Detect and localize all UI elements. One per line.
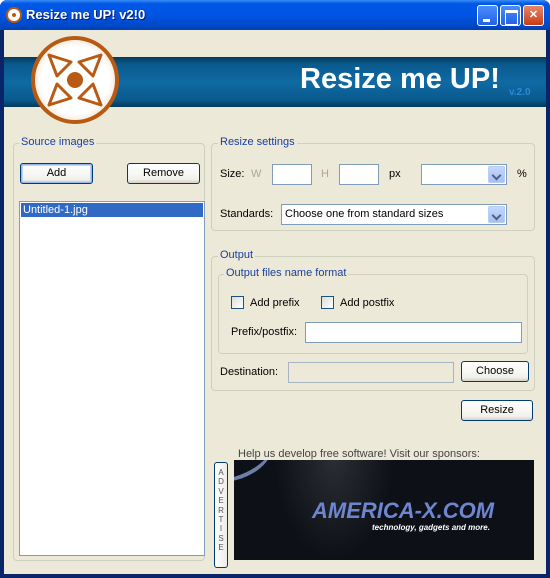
choose-button[interactable]: Choose — [461, 361, 529, 382]
client-area: Resize me UP! v.2.0 Source images Add Re… — [4, 30, 546, 574]
minimize-button[interactable] — [477, 5, 498, 26]
output-format-label: Output files name format — [224, 267, 349, 279]
advertise-label: ADVERTISE — [218, 468, 224, 553]
banner-title: Resize me UP! — [300, 63, 500, 95]
logo-icon — [31, 36, 119, 124]
width-input[interactable] — [272, 164, 312, 185]
add-prefix-checkbox[interactable] — [231, 296, 244, 309]
size-label: Size: — [220, 168, 245, 180]
title-bar[interactable]: Resize me UP! v2!0 ✕ — [0, 0, 550, 30]
resize-button[interactable]: Resize — [461, 400, 533, 421]
prefix-postfix-input[interactable] — [305, 322, 522, 343]
height-input[interactable] — [339, 164, 379, 185]
chevron-down-icon[interactable] — [488, 206, 505, 223]
ad-subtitle: technology, gadgets and more. — [372, 523, 490, 532]
maximize-button[interactable] — [500, 5, 521, 26]
ad-title: AMERICA-X.COM — [312, 498, 495, 523]
percent-label: % — [517, 168, 527, 180]
chevron-down-icon[interactable] — [488, 166, 505, 183]
ad-swoosh — [234, 460, 280, 491]
remove-button[interactable]: Remove — [127, 163, 200, 184]
width-label: W — [251, 168, 262, 180]
standards-value: Choose one from standard sizes — [285, 208, 444, 220]
app-icon — [6, 7, 22, 23]
list-item[interactable]: Untitled-1.jpg — [21, 203, 203, 217]
add-postfix-label[interactable]: Add postfix — [340, 297, 394, 309]
source-file-list[interactable]: Untitled-1.jpg — [19, 201, 205, 556]
output-label: Output — [218, 249, 256, 261]
app-window: Resize me UP! v2!0 ✕ Resize me UP! v.2.0… — [0, 0, 550, 578]
prefix-postfix-label: Prefix/postfix: — [231, 326, 298, 338]
sponsor-ad-banner[interactable]: AMERICA-X.COM technology, gadgets and mo… — [234, 460, 534, 560]
percent-select[interactable] — [421, 164, 507, 185]
advertise-button[interactable]: ADVERTISE — [214, 462, 228, 568]
add-prefix-label[interactable]: Add prefix — [250, 297, 300, 309]
standards-select[interactable]: Choose one from standard sizes — [281, 204, 507, 225]
banner-version: v.2.0 — [509, 87, 531, 98]
add-button[interactable]: Add — [20, 163, 93, 184]
source-images-label: Source images — [19, 136, 97, 148]
close-button[interactable]: ✕ — [523, 5, 544, 26]
sponsor-text: Help us develop free software! Visit our… — [238, 448, 480, 460]
banner: Resize me UP! v.2.0 — [4, 30, 546, 130]
destination-label: Destination: — [220, 366, 279, 378]
window-title: Resize me UP! v2!0 — [26, 7, 146, 22]
standards-label: Standards: — [220, 208, 274, 220]
add-postfix-checkbox[interactable] — [321, 296, 334, 309]
px-label: px — [389, 168, 401, 180]
height-label: H — [321, 168, 329, 180]
resize-settings-label: Resize settings — [218, 136, 297, 148]
destination-input[interactable] — [288, 362, 454, 383]
